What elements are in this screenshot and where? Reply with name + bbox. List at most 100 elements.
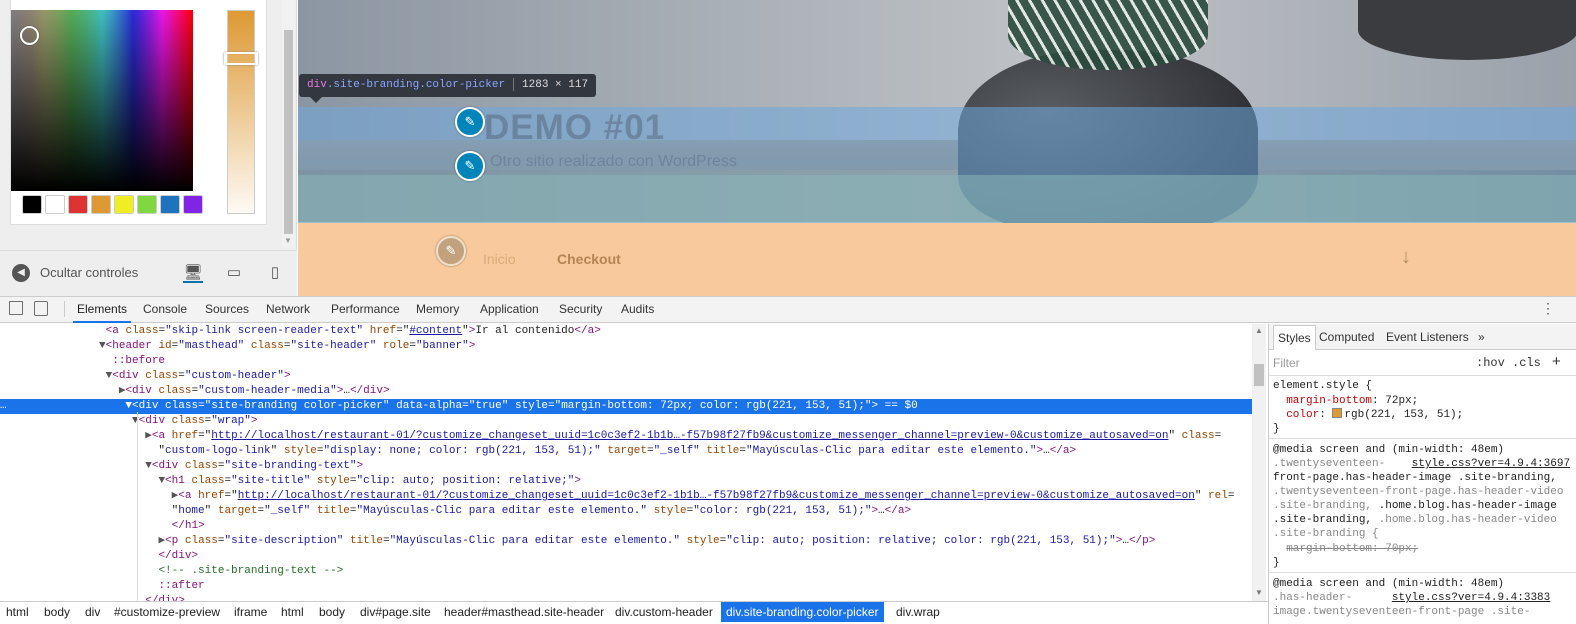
hide-controls-label[interactable]: Ocultar controles [40,265,138,280]
hov-toggle[interactable]: :hov .cls [1476,356,1541,370]
breadcrumb-item[interactable]: header#masthead.site-header [439,602,609,622]
dom-node[interactable]: ▶<p class="site-description" title="Mayú… [0,534,1252,549]
collapse-icon[interactable]: ◀ [12,264,30,282]
style-rule-selector[interactable]: image.twentyseventeen-front-page .site- [1273,605,1573,619]
breadcrumb-item[interactable]: div#page.site [355,602,436,622]
dom-node-continued[interactable]: "custom-logo-link" style="display: none;… [0,444,1252,459]
alpha-slider-handle[interactable] [224,52,258,65]
stylesheet-link[interactable]: style.css?ver=4.9.4:3383 [1392,592,1550,604]
color-handle[interactable] [20,26,39,45]
tab-performance[interactable]: Performance [327,297,404,323]
tab-application[interactable]: Application [476,297,543,323]
edit-menu-pencil-icon[interactable]: ✎ [436,236,466,266]
swatch-red[interactable] [68,195,88,214]
swatch-black[interactable] [22,195,42,214]
tab-styles[interactable]: Styles [1273,325,1316,350]
tab-audits[interactable]: Audits [617,297,658,323]
breadcrumb-item[interactable]: html [276,602,309,622]
breadcrumb-item[interactable]: iframe [229,602,272,622]
more-options-icon[interactable]: ⋮ [1541,300,1555,317]
hov-label[interactable]: :hov [1476,356,1505,370]
device-toolbar-icon[interactable] [34,301,48,316]
site-preview: DEMO #01 Otro sitio realizado con WordPr… [298,0,1576,296]
scroll-down-icon[interactable]: ▼ [1255,588,1263,597]
tab-network[interactable]: Network [262,297,314,323]
dom-node[interactable]: ▼<div class="wrap"> [0,414,1252,429]
swatch-white[interactable] [45,195,65,214]
desktop-icon[interactable]: 🖥 [183,263,203,283]
breadcrumb-item-active[interactable]: div.site-branding.color-picker [721,602,884,622]
swatch-yellow[interactable] [114,195,134,214]
style-declaration[interactable]: margin-bottom: 72px; [1273,394,1573,408]
scroll-down-icon[interactable]: ▼ [284,236,292,245]
dom-node[interactable]: ▼<div class="custom-header"> [0,369,1252,384]
breadcrumb-item[interactable]: div.wrap [891,602,945,622]
swatch-purple[interactable] [183,195,203,214]
edit-description-pencil-icon[interactable]: ✎ [455,151,485,181]
elements-scrollbar-thumb[interactable] [1254,364,1264,386]
nav-item-checkout[interactable]: Checkout [557,251,621,267]
styles-filter-input[interactable]: Filter [1273,356,1300,370]
style-rule-selector[interactable]: .site-branding, .home.blog.has-header-vi… [1273,513,1573,527]
swatch-orange[interactable] [91,195,111,214]
elements-tree[interactable]: <a class="skip-link screen-reader-text" … [0,324,1252,601]
dom-node[interactable]: ▶<a href="http://localhost/restaurant-01… [0,429,1252,444]
dom-close-tag[interactable]: </div> [0,594,1252,601]
edit-title-pencil-icon[interactable]: ✎ [455,107,485,137]
tab-sources[interactable]: Sources [201,297,253,323]
dom-close-tag[interactable]: </h1> [0,519,1252,534]
panel-scrollbar-thumb[interactable] [284,30,293,234]
tab-security[interactable]: Security [555,297,606,323]
more-tabs-icon[interactable]: » [1474,325,1489,350]
dom-node-selected[interactable]: … ▼<div class="site-branding color-picke… [0,399,1252,414]
divider [1269,438,1576,439]
style-rule-selector[interactable]: element.style { [1273,379,1573,393]
inspect-element-icon[interactable] [9,301,23,315]
dom-pseudo[interactable]: ::before [0,354,1252,369]
breadcrumb-item[interactable]: body [39,602,75,622]
alpha-slider[interactable] [227,10,255,214]
dom-close-tag[interactable]: </div> [0,549,1252,564]
dom-node[interactable]: ▶<a href="http://localhost/restaurant-01… [0,489,1252,504]
color-swatch[interactable] [1332,408,1343,418]
style-rule-selector[interactable]: front-page.has-header-image .site-brandi… [1273,471,1573,485]
tab-event-listeners[interactable]: Event Listeners [1382,325,1473,350]
stylesheet-link[interactable]: style.css?ver=4.9.4:3697 [1412,458,1570,470]
tab-elements[interactable]: Elements [73,297,132,323]
site-description[interactable]: Otro sitio realizado con WordPress [490,153,737,171]
breadcrumb-item[interactable]: #customize-preview [109,602,225,622]
swatch-green[interactable] [137,195,157,214]
breadcrumb-item[interactable]: body [314,602,350,622]
style-rule-selector[interactable]: .site-branding { [1273,527,1573,541]
dom-pseudo[interactable]: ::after [0,579,1252,594]
media-query: @media screen and (min-width: 48em) [1273,578,1505,590]
dom-comment[interactable]: <!-- .site-branding-text --> [0,564,1252,579]
dom-node-continued[interactable]: "home" target="_self" title="Mayúsculas-… [0,504,1252,519]
tab-computed[interactable]: Computed [1315,325,1378,350]
style-rule-selector[interactable]: .twentyseventeen-front-page.has-header-v… [1273,485,1573,499]
dom-node[interactable]: <a class="skip-link screen-reader-text" … [0,324,1252,339]
style-declaration[interactable]: color: rgb(221, 153, 51); [1273,408,1573,422]
dom-node[interactable]: ▼<header id="masthead" class="site-heade… [0,339,1252,354]
tab-console[interactable]: Console [139,297,191,323]
tab-memory[interactable]: Memory [412,297,463,323]
mobile-icon[interactable]: ▯ [265,263,285,283]
style-rule-selector[interactable]: .site-branding, .home.blog.has-header-im… [1273,499,1573,513]
site-title[interactable]: DEMO #01 [484,108,665,148]
overridden-declaration[interactable]: margin-bottom: 70px; [1273,542,1573,556]
scroll-down-arrow-icon[interactable]: ↓ [1401,246,1411,269]
tablet-icon[interactable]: ▭ [224,263,244,283]
new-rule-icon[interactable]: + [1552,353,1561,370]
dom-node[interactable]: ▶<div class="custom-header-media">…</div… [0,384,1252,399]
nav-item-inicio[interactable]: Inicio [483,251,516,267]
scroll-up-icon[interactable]: ▲ [1255,326,1263,335]
style-rule-selector[interactable]: .has-header- style.css?ver=4.9.4:3383 [1273,591,1573,605]
swatch-blue[interactable] [160,195,180,214]
breadcrumb-item[interactable]: div.custom-header [610,602,718,622]
dom-node[interactable]: ▼<h1 class="site-title" style="clip: aut… [0,474,1252,489]
style-rule-selector[interactable]: .twentyseventeen- style.css?ver=4.9.4:36… [1273,457,1573,471]
cls-label[interactable]: .cls [1512,356,1541,370]
dom-node[interactable]: ▼<div class="site-branding-text"> [0,459,1252,474]
breadcrumb-item[interactable]: html [1,602,34,622]
breadcrumb-item[interactable]: div [80,602,105,622]
